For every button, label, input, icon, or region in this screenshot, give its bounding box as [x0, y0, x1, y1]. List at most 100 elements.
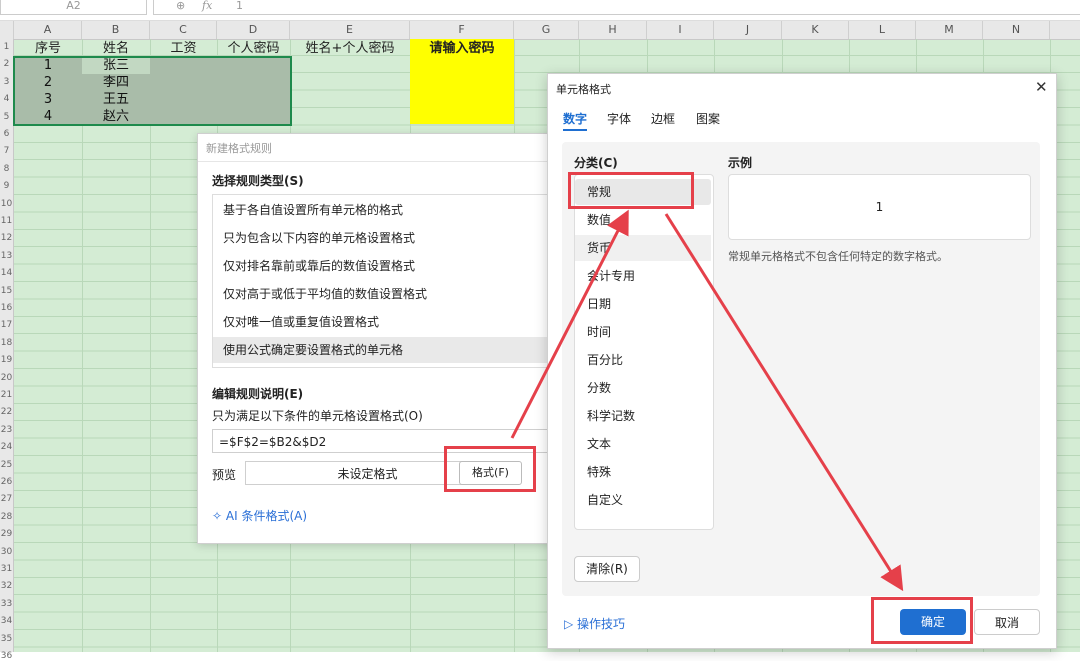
cell-no[interactable]: 3 — [14, 91, 82, 108]
cell-name[interactable]: 李四 — [82, 74, 150, 91]
row-number[interactable]: 11 — [0, 216, 13, 226]
row-number[interactable]: 33 — [0, 599, 13, 609]
rule-type-item[interactable]: 仅对唯一值或重复值设置格式 — [213, 309, 557, 335]
row-number[interactable]: 26 — [0, 477, 13, 487]
formula-bar: A2 ⊕ fx 1 — [0, 0, 1080, 21]
clear-button[interactable]: 清除(R) — [574, 556, 640, 582]
header-enter-password[interactable]: 请输入密码 — [410, 40, 514, 57]
row-number[interactable]: 25 — [0, 460, 13, 470]
category-item[interactable]: 时间 — [575, 319, 711, 345]
cell-no[interactable]: 1 — [14, 57, 82, 74]
row-number[interactable]: 24 — [0, 442, 13, 452]
col-header-d[interactable]: D — [217, 21, 290, 39]
row-number[interactable]: 21 — [0, 390, 13, 400]
col-header-a[interactable]: A — [14, 21, 82, 39]
row-number[interactable]: 9 — [0, 181, 13, 191]
cell-no[interactable]: 4 — [14, 108, 82, 125]
category-item[interactable]: 分数 — [575, 375, 711, 401]
cancel-button[interactable]: 取消 — [974, 609, 1040, 635]
row-number[interactable]: 7 — [0, 146, 13, 156]
zoom-icon[interactable]: ⊕ — [176, 0, 185, 12]
rule-type-item[interactable]: 仅对高于或低于平均值的数值设置格式 — [213, 281, 557, 307]
row-number[interactable]: 32 — [0, 581, 13, 591]
row-number[interactable]: 2 — [0, 59, 13, 69]
col-header-m[interactable]: M — [916, 21, 983, 39]
category-item[interactable]: 特殊 — [575, 459, 711, 485]
category-item[interactable]: 货币 — [575, 235, 711, 261]
cell-name[interactable]: 王五 — [82, 91, 150, 108]
col-header-e[interactable]: E — [290, 21, 410, 39]
row-number[interactable]: 5 — [0, 112, 13, 122]
row-number[interactable]: 27 — [0, 494, 13, 504]
tab-border[interactable]: 边框 — [651, 110, 675, 127]
row-number[interactable]: 28 — [0, 512, 13, 522]
row-number[interactable]: 19 — [0, 355, 13, 365]
tab-pattern[interactable]: 图案 — [696, 110, 720, 127]
row-number[interactable]: 14 — [0, 268, 13, 278]
col-header-h[interactable]: H — [579, 21, 647, 39]
cell-name[interactable]: 张三 — [82, 57, 150, 74]
col-header-g[interactable]: G — [514, 21, 579, 39]
rule-type-item[interactable]: 仅对排名靠前或靠后的数值设置格式 — [213, 253, 557, 279]
row-number[interactable]: 10 — [0, 199, 13, 209]
row-number[interactable]: 13 — [0, 251, 13, 261]
col-header-i[interactable]: I — [647, 21, 714, 39]
formula-input[interactable]: ⊕ fx 1 — [153, 0, 1080, 15]
ai-conditional-format-link[interactable]: ✧ AI 条件格式(A) — [212, 507, 307, 524]
fx-icon[interactable]: fx — [202, 0, 212, 12]
row-number[interactable]: 22 — [0, 407, 13, 417]
cell-no[interactable]: 2 — [14, 74, 82, 91]
col-header-b[interactable]: B — [82, 21, 150, 39]
header-salary[interactable]: 工资 — [150, 40, 217, 57]
rule-type-item[interactable]: 只为包含以下内容的单元格设置格式 — [213, 225, 557, 251]
category-list: 常规 数值 货币 会计专用 日期 时间 百分比 分数 科学记数 文本 特殊 自定… — [574, 174, 714, 530]
category-item[interactable]: 日期 — [575, 291, 711, 317]
dialog-title: 单元格格式 — [556, 83, 611, 96]
col-header-c[interactable]: C — [150, 21, 217, 39]
category-item[interactable]: 文本 — [575, 431, 711, 457]
header-no[interactable]: 序号 — [14, 40, 82, 57]
col-header-l[interactable]: L — [849, 21, 916, 39]
category-item[interactable]: 百分比 — [575, 347, 711, 373]
row-number[interactable]: 1 — [0, 42, 13, 52]
row-number[interactable]: 34 — [0, 616, 13, 626]
header-name-password[interactable]: 姓名+个人密码 — [290, 40, 410, 57]
header-name[interactable]: 姓名 — [82, 40, 150, 57]
row-number[interactable]: 36 — [0, 651, 13, 661]
row-number[interactable]: 4 — [0, 94, 13, 104]
row-number[interactable]: 35 — [0, 634, 13, 644]
row-number[interactable]: 3 — [0, 77, 13, 87]
row-number[interactable]: 8 — [0, 164, 13, 174]
row-number[interactable]: 6 — [0, 129, 13, 139]
category-item[interactable]: 数值 — [575, 207, 711, 233]
row-number[interactable]: 15 — [0, 286, 13, 296]
gridline — [150, 39, 151, 652]
category-item[interactable]: 自定义 — [575, 487, 711, 513]
tips-link[interactable]: ▷ 操作技巧 — [564, 615, 625, 632]
row-number[interactable]: 18 — [0, 338, 13, 348]
category-item[interactable]: 科学记数 — [575, 403, 711, 429]
corner-cell[interactable] — [0, 21, 14, 39]
row-number[interactable]: 29 — [0, 529, 13, 539]
row-number[interactable]: 23 — [0, 425, 13, 435]
tab-number[interactable]: 数字 — [563, 110, 587, 127]
tab-font[interactable]: 字体 — [607, 110, 631, 127]
rule-type-item-selected[interactable]: 使用公式确定要设置格式的单元格 — [213, 337, 557, 363]
condition-label: 只为满足以下条件的单元格设置格式(O) — [212, 409, 423, 423]
close-icon[interactable]: ✕ — [1035, 78, 1048, 96]
col-header-k[interactable]: K — [782, 21, 849, 39]
name-box[interactable]: A2 — [0, 0, 147, 15]
row-number[interactable]: 16 — [0, 303, 13, 313]
cell-name[interactable]: 赵六 — [82, 108, 150, 125]
row-number[interactable]: 31 — [0, 564, 13, 574]
col-header-j[interactable]: J — [714, 21, 782, 39]
header-password[interactable]: 个人密码 — [217, 40, 290, 57]
row-number[interactable]: 17 — [0, 320, 13, 330]
col-header-f[interactable]: F — [410, 21, 514, 39]
row-number[interactable]: 30 — [0, 547, 13, 557]
col-header-n[interactable]: N — [983, 21, 1050, 39]
row-number[interactable]: 12 — [0, 233, 13, 243]
rule-type-item[interactable]: 基于各自值设置所有单元格的格式 — [213, 197, 557, 223]
row-number[interactable]: 20 — [0, 373, 13, 383]
category-item[interactable]: 会计专用 — [575, 263, 711, 289]
